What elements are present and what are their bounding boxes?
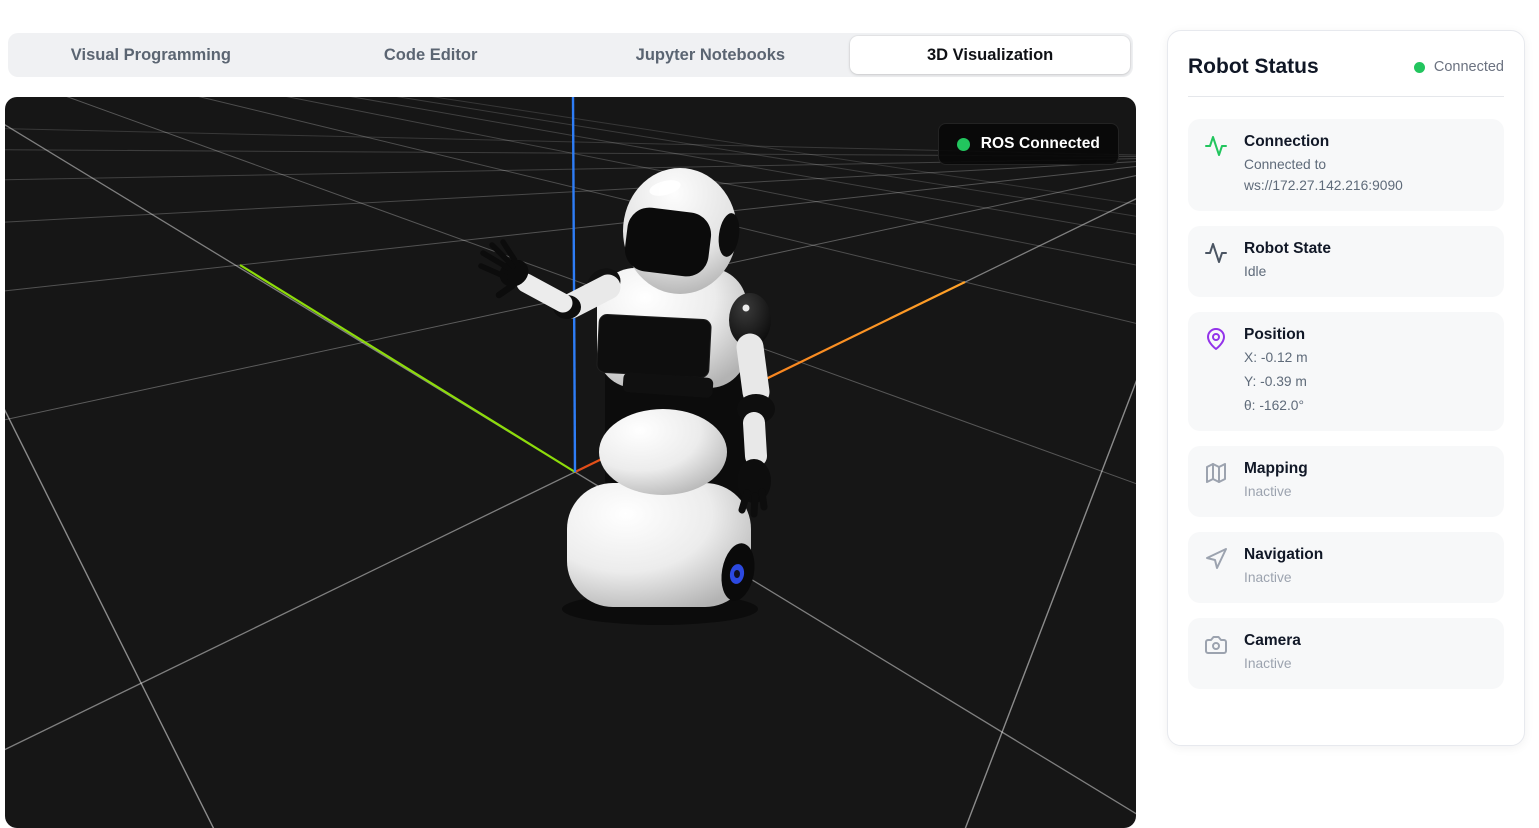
header-divider (1188, 96, 1504, 97)
card-value-line: Inactive (1244, 654, 1301, 675)
card-title: Camera (1244, 632, 1301, 650)
card-body: Camera Inactive (1244, 632, 1301, 675)
navigation-icon (1204, 547, 1228, 571)
panel-header: Robot Status Connected (1188, 55, 1504, 79)
connection-status-label: Connected (1434, 59, 1504, 75)
card-value-line: Inactive (1244, 568, 1323, 589)
card-value-line: X: -0.12 m (1244, 348, 1308, 369)
ros-badge-label: ROS Connected (981, 135, 1100, 153)
robot-chest-panel (597, 314, 712, 378)
status-card-position: Position X: -0.12 m Y: -0.39 m θ: -162.0° (1188, 312, 1504, 431)
card-value-line: Idle (1244, 262, 1331, 283)
map-icon (1204, 461, 1228, 485)
status-card-navigation: Navigation Inactive (1188, 532, 1504, 603)
card-value-line: Y: -0.39 m (1244, 372, 1308, 393)
robot-right-upper-arm (750, 347, 756, 392)
activity-icon (1204, 241, 1228, 265)
card-title: Mapping (1244, 460, 1308, 478)
robot-right-forearm (754, 423, 756, 456)
card-value-line: Connected to ws://172.27.142.216:9090 (1244, 155, 1488, 197)
card-value-line: Inactive (1244, 482, 1308, 503)
map-pin-icon (1204, 327, 1228, 351)
card-title: Connection (1244, 133, 1488, 151)
card-body: Navigation Inactive (1244, 546, 1323, 589)
robot-shoulder-highlight (743, 305, 750, 312)
camera-icon (1204, 633, 1228, 657)
card-title: Position (1244, 326, 1308, 344)
card-body: Position X: -0.12 m Y: -0.39 m θ: -162.0° (1244, 326, 1308, 417)
tab-bar: Visual ProgrammingCode EditorJupyter Not… (8, 33, 1133, 77)
robot-visor (622, 205, 713, 279)
card-title: Navigation (1244, 546, 1323, 564)
ros-connected-dot-icon (957, 138, 970, 151)
card-body: Mapping Inactive (1244, 460, 1308, 503)
tab-code-editor[interactable]: Code Editor (291, 36, 571, 74)
status-card-robot-state: Robot State Idle (1188, 226, 1504, 297)
ros-status-badge: ROS Connected (938, 123, 1119, 165)
status-card-camera: Camera Inactive (1188, 618, 1504, 689)
card-body: Connection Connected to ws://172.27.142.2… (1244, 133, 1488, 197)
robot-belly (599, 409, 727, 495)
status-card-list: Connection Connected to ws://172.27.142.2… (1188, 119, 1504, 689)
status-card-mapping: Mapping Inactive (1188, 446, 1504, 517)
connected-dot-icon (1414, 62, 1425, 73)
status-card-connection: Connection Connected to ws://172.27.142.2… (1188, 119, 1504, 211)
card-value-line: θ: -162.0° (1244, 396, 1308, 417)
tab-3d-visualization[interactable]: 3D Visualization (850, 36, 1130, 74)
activity-icon (1204, 134, 1228, 158)
card-title: Robot State (1244, 240, 1331, 258)
tab-jupyter-notebooks[interactable]: Jupyter Notebooks (571, 36, 851, 74)
connection-status-indicator: Connected (1414, 59, 1504, 75)
3d-canvas[interactable]: ROS Connected (5, 97, 1136, 828)
card-body: Robot State Idle (1244, 240, 1331, 283)
robot-left-forearm (526, 283, 563, 303)
panel-title: Robot Status (1188, 55, 1319, 79)
tab-visual-programming[interactable]: Visual Programming (11, 36, 291, 74)
robot-status-panel: Robot Status Connected ConnectionConnect… (1167, 30, 1525, 746)
robot-model (5, 97, 1136, 828)
